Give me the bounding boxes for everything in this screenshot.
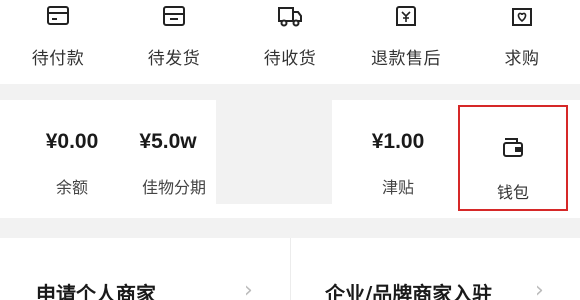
balance-label: 余额 <box>55 178 88 197</box>
brand-merchant-join-link[interactable]: 企业/品牌商家入驻 › <box>291 238 580 300</box>
order-pending-receipt[interactable]: 待收货 <box>232 0 348 84</box>
subsidy-value: ¥1.00 <box>371 130 425 153</box>
order-status-bar: 待付款 待发货 待收货 退款售后 求购 <box>0 0 580 84</box>
truck-icon <box>278 7 302 27</box>
order-pending-shipment[interactable]: 待发货 <box>116 0 232 84</box>
balance-item[interactable]: ¥0.00 余额 <box>14 100 130 218</box>
installment-item[interactable]: ¥5.0w 佳物分期 <box>120 100 216 218</box>
personal-merchant-label: 申请个人商家 <box>36 282 156 300</box>
card-icon <box>47 6 69 25</box>
merchant-entry-bar: 申请个人商家 › 企业/品牌商家入驻 › <box>0 238 580 300</box>
order-label: 待发货 <box>147 49 201 69</box>
order-pending-payment[interactable]: 待付款 <box>0 0 116 84</box>
subsidy-label: 津贴 <box>381 178 414 197</box>
order-label: 待收货 <box>263 49 317 69</box>
wallet-item[interactable]: 钱包 <box>458 105 568 211</box>
placeholder-gap <box>216 100 332 204</box>
installment-value: ¥5.0w <box>139 130 197 153</box>
order-label: 求购 <box>504 49 540 69</box>
chevron-right-icon: › <box>535 278 544 300</box>
subsidy-item[interactable]: ¥1.00 津贴 <box>340 100 456 218</box>
installment-label: 佳物分期 <box>142 178 207 197</box>
order-label: 待付款 <box>31 49 85 69</box>
brand-merchant-label: 企业/品牌商家入驻 <box>325 282 493 300</box>
wallet-icon <box>503 138 523 157</box>
box-icon <box>163 6 185 26</box>
wallet-label: 钱包 <box>496 183 529 202</box>
apply-personal-merchant-link[interactable]: 申请个人商家 › <box>0 238 290 300</box>
refund-icon <box>396 6 416 26</box>
order-wanted[interactable]: 求购 <box>464 0 580 84</box>
order-refund-aftersale[interactable]: 退款售后 <box>348 0 464 84</box>
heart-bag-icon <box>512 8 532 26</box>
balance-value: ¥0.00 <box>45 130 99 153</box>
chevron-right-icon: › <box>244 278 253 300</box>
order-label: 退款售后 <box>371 49 441 69</box>
screen: 待付款 待发货 待收货 退款售后 求购 ¥0.00 余额 ¥5.0w 佳物分期 … <box>0 0 580 300</box>
